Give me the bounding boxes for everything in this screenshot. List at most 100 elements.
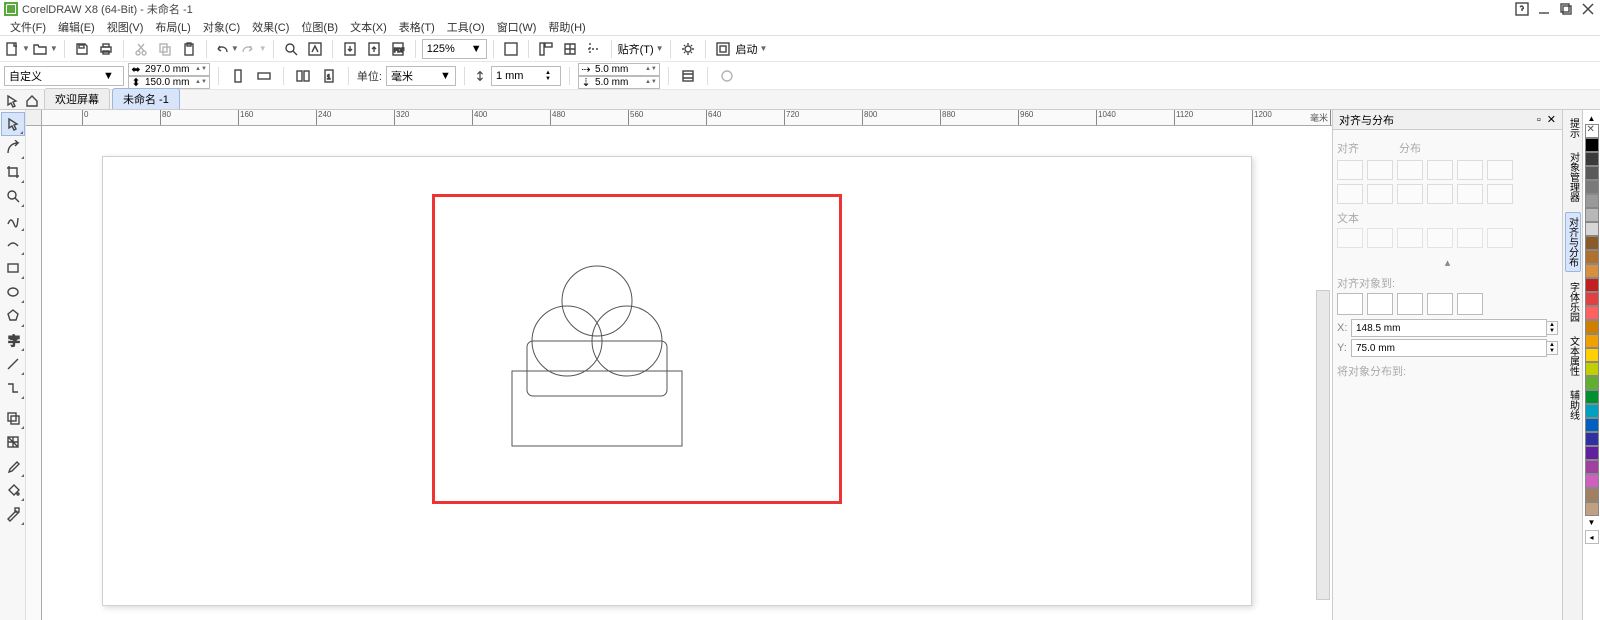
align-center-v-button[interactable] (1367, 184, 1393, 204)
palette-flyout-icon[interactable]: ◂ (1585, 530, 1599, 544)
save-button[interactable] (71, 38, 93, 60)
menu-bitmap[interactable]: 位图(B) (295, 19, 344, 35)
dist-center-h-button[interactable] (1457, 160, 1483, 180)
color-swatch[interactable] (1585, 138, 1599, 152)
minimize-icon[interactable] (1536, 1, 1552, 17)
tool-ellipse[interactable] (1, 280, 25, 304)
no-color-swatch[interactable] (1585, 124, 1599, 138)
dist-spacing-v-button[interactable] (1487, 184, 1513, 204)
menu-file[interactable]: 文件(F) (4, 19, 52, 35)
tool-outline[interactable] (1, 502, 25, 526)
text-align-1[interactable] (1337, 228, 1363, 248)
tool-pick[interactable] (1, 112, 25, 136)
menu-object[interactable]: 对象(C) (197, 19, 246, 35)
ruler-horizontal[interactable]: 毫米 0801602403204004805606407208008809601… (42, 110, 1332, 126)
ruler-vertical[interactable] (26, 126, 42, 620)
zoom-input[interactable] (427, 43, 467, 55)
docker-tab-fonts[interactable]: 字体乐园 (1565, 278, 1581, 326)
drawing-objects[interactable] (497, 261, 717, 461)
show-guides-button[interactable] (583, 38, 605, 60)
scrollbar-vertical[interactable] (1316, 290, 1330, 600)
text-align-4[interactable] (1427, 228, 1453, 248)
color-swatch[interactable] (1585, 362, 1599, 376)
menu-tools[interactable]: 工具(O) (441, 19, 491, 35)
all-pages-button[interactable] (292, 65, 314, 87)
nudge-input[interactable]: ▲▼ (491, 66, 561, 86)
docker-tab-object-manager[interactable]: 对象管理器 (1565, 148, 1581, 206)
open-button[interactable]: ▼ (32, 41, 58, 57)
new-button[interactable]: ▼ (4, 41, 30, 57)
dist-left-button[interactable] (1427, 160, 1453, 180)
color-swatch[interactable] (1585, 166, 1599, 180)
align-top-button[interactable] (1337, 184, 1363, 204)
target-point-button[interactable] (1457, 293, 1483, 315)
current-page-button[interactable]: 1 (318, 65, 340, 87)
color-swatch[interactable] (1585, 460, 1599, 474)
launch-button[interactable]: 启动▼ (736, 41, 768, 57)
tool-zoom[interactable] (1, 184, 25, 208)
docker-tab-text-props[interactable]: 文本属性 (1565, 332, 1581, 380)
color-swatch[interactable] (1585, 390, 1599, 404)
menu-view[interactable]: 视图(V) (101, 19, 150, 35)
snap-button[interactable]: 贴齐(T)▼ (618, 41, 664, 57)
palette-up-icon[interactable]: ▲ (1585, 112, 1599, 124)
landscape-button[interactable] (253, 65, 275, 87)
canvas-area[interactable]: 毫米 0801602403204004805606407208008809601… (26, 110, 1332, 620)
tool-artistic[interactable] (1, 232, 25, 256)
pdf-button[interactable]: PDF (387, 38, 409, 60)
tool-text[interactable]: 字 (1, 328, 25, 352)
redo-button[interactable]: ▼ (241, 41, 267, 57)
search-button[interactable] (280, 38, 302, 60)
menu-effects[interactable]: 效果(C) (246, 19, 295, 35)
ruler-origin[interactable] (26, 110, 42, 126)
chevron-down-icon[interactable]: ▼ (103, 70, 114, 82)
dist-center-v-button[interactable] (1457, 184, 1483, 204)
collapse-toggle[interactable]: ▴ (1337, 256, 1558, 269)
color-swatch[interactable] (1585, 222, 1599, 236)
text-align-5[interactable] (1457, 228, 1483, 248)
docker-tab-hints[interactable]: 提示 (1565, 114, 1581, 142)
tool-crop[interactable] (1, 160, 25, 184)
portrait-button[interactable] (227, 65, 249, 87)
tool-fill[interactable] (1, 478, 25, 502)
tool-shape[interactable] (1, 136, 25, 160)
treat-as-filled-button[interactable] (677, 65, 699, 87)
color-swatch[interactable] (1585, 376, 1599, 390)
zoom-combo[interactable]: ▼ (422, 39, 487, 59)
color-swatch[interactable] (1585, 306, 1599, 320)
color-swatch[interactable] (1585, 180, 1599, 194)
tool-freehand[interactable] (1, 208, 25, 232)
text-align-3[interactable] (1397, 228, 1423, 248)
tab-welcome[interactable]: 欢迎屏幕 (44, 88, 110, 109)
docker-tab-align[interactable]: 对齐与分布 (1565, 212, 1581, 272)
color-swatch[interactable] (1585, 418, 1599, 432)
color-swatch[interactable] (1585, 488, 1599, 502)
undo-button[interactable]: ▼ (213, 41, 239, 57)
tool-rectangle[interactable] (1, 256, 25, 280)
chevron-down-icon[interactable]: ▼ (471, 43, 482, 55)
color-swatch[interactable] (1585, 432, 1599, 446)
target-active-button[interactable] (1337, 293, 1363, 315)
docker-maximize-icon[interactable]: ▫ (1537, 114, 1541, 126)
target-grid-button[interactable] (1427, 293, 1453, 315)
align-bottom-button[interactable] (1397, 184, 1423, 204)
menu-help[interactable]: 帮助(H) (542, 19, 591, 35)
page-width-input[interactable] (143, 64, 193, 75)
menu-text[interactable]: 文本(X) (344, 19, 393, 35)
coord-y-input[interactable] (1351, 339, 1547, 357)
docker-close-icon[interactable]: ✕ (1547, 113, 1556, 126)
text-align-2[interactable] (1367, 228, 1393, 248)
dup-x-input[interactable] (593, 64, 643, 75)
copy-button[interactable] (154, 38, 176, 60)
color-swatch[interactable] (1585, 236, 1599, 250)
import-button[interactable] (339, 38, 361, 60)
menu-table[interactable]: 表格(T) (393, 19, 441, 35)
color-swatch[interactable] (1585, 194, 1599, 208)
page-preset-combo[interactable]: ▼ (4, 66, 124, 86)
connect-button[interactable] (304, 38, 326, 60)
text-align-6[interactable] (1487, 228, 1513, 248)
show-rulers-button[interactable] (535, 38, 557, 60)
options-button[interactable] (677, 38, 699, 60)
target-page-edge-button[interactable] (1367, 293, 1393, 315)
align-center-h-button[interactable] (1367, 160, 1393, 180)
